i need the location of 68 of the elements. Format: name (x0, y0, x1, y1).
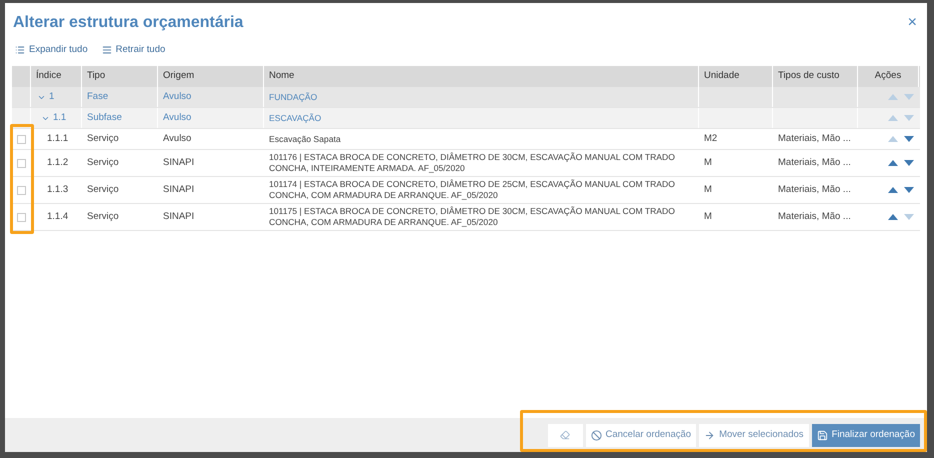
name-cell: ESCAVAÇÃO (269, 112, 322, 124)
name-cell: FUNDAÇÃO (269, 92, 318, 102)
origin-cell-text: Avulso (163, 132, 192, 146)
column-header: Tipos de custo (778, 69, 840, 84)
column-header: Tipo (87, 69, 106, 84)
type-cell-text: Serviço (87, 182, 119, 197)
checkbox[interactable] (16, 186, 26, 194)
dialog-title: Alterar estrutura orçamentária (13, 13, 244, 33)
column-header: Origem (163, 69, 194, 84)
index-cell-text: 1 (49, 90, 54, 104)
cost-type-cell-text: Materiais, Mão ... (778, 182, 851, 197)
name-cell: Escavação Sapata (269, 134, 341, 144)
list-icon (15, 45, 25, 55)
index-cell-text: 1.1 (53, 110, 66, 125)
finish-button[interactable]: Finalizar ordenação (812, 424, 920, 446)
expand-all-button[interactable]: Expandir tudo (15, 42, 88, 58)
up-arrow-icon[interactable] (888, 160, 898, 166)
list-icon (102, 45, 112, 55)
origin-cell-text: SINAPI (163, 156, 194, 170)
save-icon (816, 430, 828, 440)
down-arrow-icon[interactable] (904, 187, 914, 193)
unit-cell-text: M (704, 182, 712, 197)
move-button[interactable]: Mover selecionados (699, 424, 809, 446)
column-header: Unidade (704, 69, 740, 84)
table-row[interactable]: 1.1.2 Serviço SINAPI 101176 | ESTACA BROCA DE CONCRETO, DIÂMETRO DE 30CM, ESCAVAÇÃO MANUAL COM TRADO CONCHA, INTEIRAMENTE ARMADA. AF_05/2020 M Materiais, Mão ... (12, 150, 920, 177)
name-cell-text: 101174 | ESTACA BROCA DE CONCRETO, DIÂMETRO DE 25CM, ESCAVAÇÃO MANUAL COM TRADO CONCHA, COM ARMADURA DE ARRANQUE. AF_05/2020 (269, 179, 676, 201)
name-cell-text: 101175 | ESTACA BROCA DE CONCRETO, DIÂMETRO DE 30CM, ESCAVAÇÃO MANUAL COM TRADO CONCHA, COM ARMADURA DE ARRANQUE. AF_05/2020 (269, 206, 676, 228)
table-row[interactable]: 1.1.3 Serviço SINAPI 101174 | ESTACA BROCA DE CONCRETO, DIÂMETRO DE 25CM, ESCAVAÇÃO MANUAL COM TRADO CONCHA, COM ARMADURA DE ARRANQUE. AF_05/2020 M Materiais, Mão ... (12, 177, 920, 204)
origin-cell-text: SINAPI (163, 182, 194, 197)
cost-type-cell-text: Materiais, Mão ... (778, 156, 851, 170)
checkbox[interactable] (16, 212, 26, 222)
up-arrow-icon[interactable] (888, 214, 898, 220)
name-cell-text: 101176 | ESTACA BROCA DE CONCRETO, DIÂMETRO DE 30CM, ESCAVAÇÃO MANUAL COM TRADO CONCHA, INTEIRAMENTE ARMADA. AF_05/2020 (269, 152, 676, 174)
index-cell-text: 1.1.2 (47, 156, 68, 170)
collapse-all-button[interactable]: Retrair tudo (102, 42, 166, 58)
index-cell-text: 1.1.4 (47, 210, 68, 224)
type-cell-text: Fase (87, 90, 108, 104)
checkbox[interactable] (16, 134, 26, 144)
cost-type-cell-text: Materiais, Mão ... (778, 210, 851, 224)
origin-cell-text: Avulso (163, 110, 192, 125)
arrow-right-icon (704, 430, 716, 440)
cost-type-cell-text: Materiais, Mão ... (778, 132, 851, 146)
index-cell-text: 1.1.3 (47, 182, 68, 197)
column-header: Índice (36, 69, 62, 84)
checkbox[interactable] (16, 158, 26, 168)
eraser-icon (560, 430, 570, 440)
table-row[interactable]: 1.1.4 Serviço SINAPI 101175 | ESTACA BROCA DE CONCRETO, DIÂMETRO DE 30CM, ESCAVAÇÃO MANUAL COM TRADO CONCHA, COM ARMADURA DE ARRANQUE. AF_05/2020 M Materiais, Mão ... (12, 204, 920, 231)
table-row[interactable]: 1.1 Subfase Avulso ESCAVAÇÃO (12, 108, 920, 129)
down-arrow-icon[interactable] (904, 160, 914, 166)
eraser-button[interactable] (548, 424, 582, 446)
index-cell-text: 1.1.1 (47, 132, 68, 146)
type-cell-text: Subfase (87, 110, 122, 125)
close-button[interactable]: × (908, 11, 919, 35)
unit-cell-text: M (704, 210, 712, 224)
type-cell-text: Serviço (87, 156, 119, 170)
table-row[interactable]: 1 Fase Avulso FUNDAÇÃO (12, 87, 920, 108)
type-cell-text: Serviço (87, 132, 119, 146)
cancel-button[interactable]: Cancelar ordenação (586, 424, 696, 446)
origin-cell-text: SINAPI (163, 210, 194, 224)
unit-cell-text: M (704, 156, 712, 170)
type-cell-text: Serviço (87, 210, 119, 224)
down-arrow-icon[interactable] (904, 136, 914, 142)
origin-cell-text: Avulso (163, 90, 192, 104)
column-header: Nome (269, 69, 294, 84)
column-header: Ações (874, 69, 902, 84)
up-arrow-icon[interactable] (888, 187, 898, 193)
unit-cell-text: M2 (704, 132, 718, 146)
ban-icon (590, 430, 602, 440)
